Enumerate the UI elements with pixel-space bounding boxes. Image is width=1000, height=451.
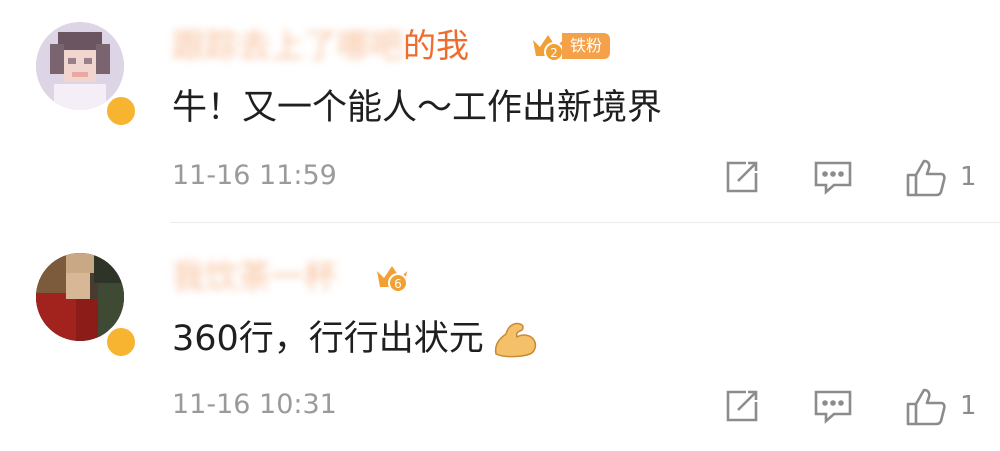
like-button[interactable]: 1 xyxy=(904,155,977,199)
comment-item: 跟踪去上了哪吧的我 2 铁粉 牛！又一个能人～工作出新境界 11-16 11:5… xyxy=(0,0,1000,222)
flexed-biceps-icon xyxy=(494,322,536,358)
like-button[interactable]: 1 xyxy=(904,384,977,428)
comment-icon xyxy=(814,161,852,195)
username[interactable]: 我饮茶一杯 xyxy=(172,257,337,297)
timestamp: 11-16 10:31 xyxy=(172,389,337,420)
comment-text: 牛！又一个能人～工作出新境界 xyxy=(172,88,663,128)
verified-badge-icon xyxy=(104,325,138,359)
like-icon xyxy=(906,159,946,197)
repost-icon xyxy=(726,161,758,193)
fan-badge-label: 铁粉 xyxy=(562,33,611,59)
fan-badge: 6 xyxy=(374,261,410,293)
repost-button[interactable] xyxy=(722,386,762,426)
like-icon xyxy=(906,388,946,426)
like-count: 1 xyxy=(960,162,977,192)
timestamp: 11-16 11:59 xyxy=(172,160,337,191)
comment-text: 360行，行行出状元 xyxy=(172,317,538,361)
repost-button[interactable] xyxy=(722,157,762,197)
crown-icon: 6 xyxy=(377,266,408,293)
comment-button[interactable] xyxy=(812,386,854,426)
svg-text:2: 2 xyxy=(550,46,558,60)
comment-button[interactable] xyxy=(812,157,854,197)
crown-icon: 2 xyxy=(533,35,564,62)
comment-icon xyxy=(814,390,852,424)
fan-badge: 2 铁粉 xyxy=(530,30,611,62)
like-count: 1 xyxy=(960,391,977,421)
verified-badge-icon xyxy=(104,94,138,128)
repost-icon xyxy=(726,390,758,422)
username[interactable]: 跟踪去上了哪吧的我 xyxy=(172,26,469,66)
comment-item: 我饮茶一杯 6 360行，行行出状元 11-16 10:31 1 xyxy=(0,223,1000,451)
svg-text:6: 6 xyxy=(394,277,402,291)
